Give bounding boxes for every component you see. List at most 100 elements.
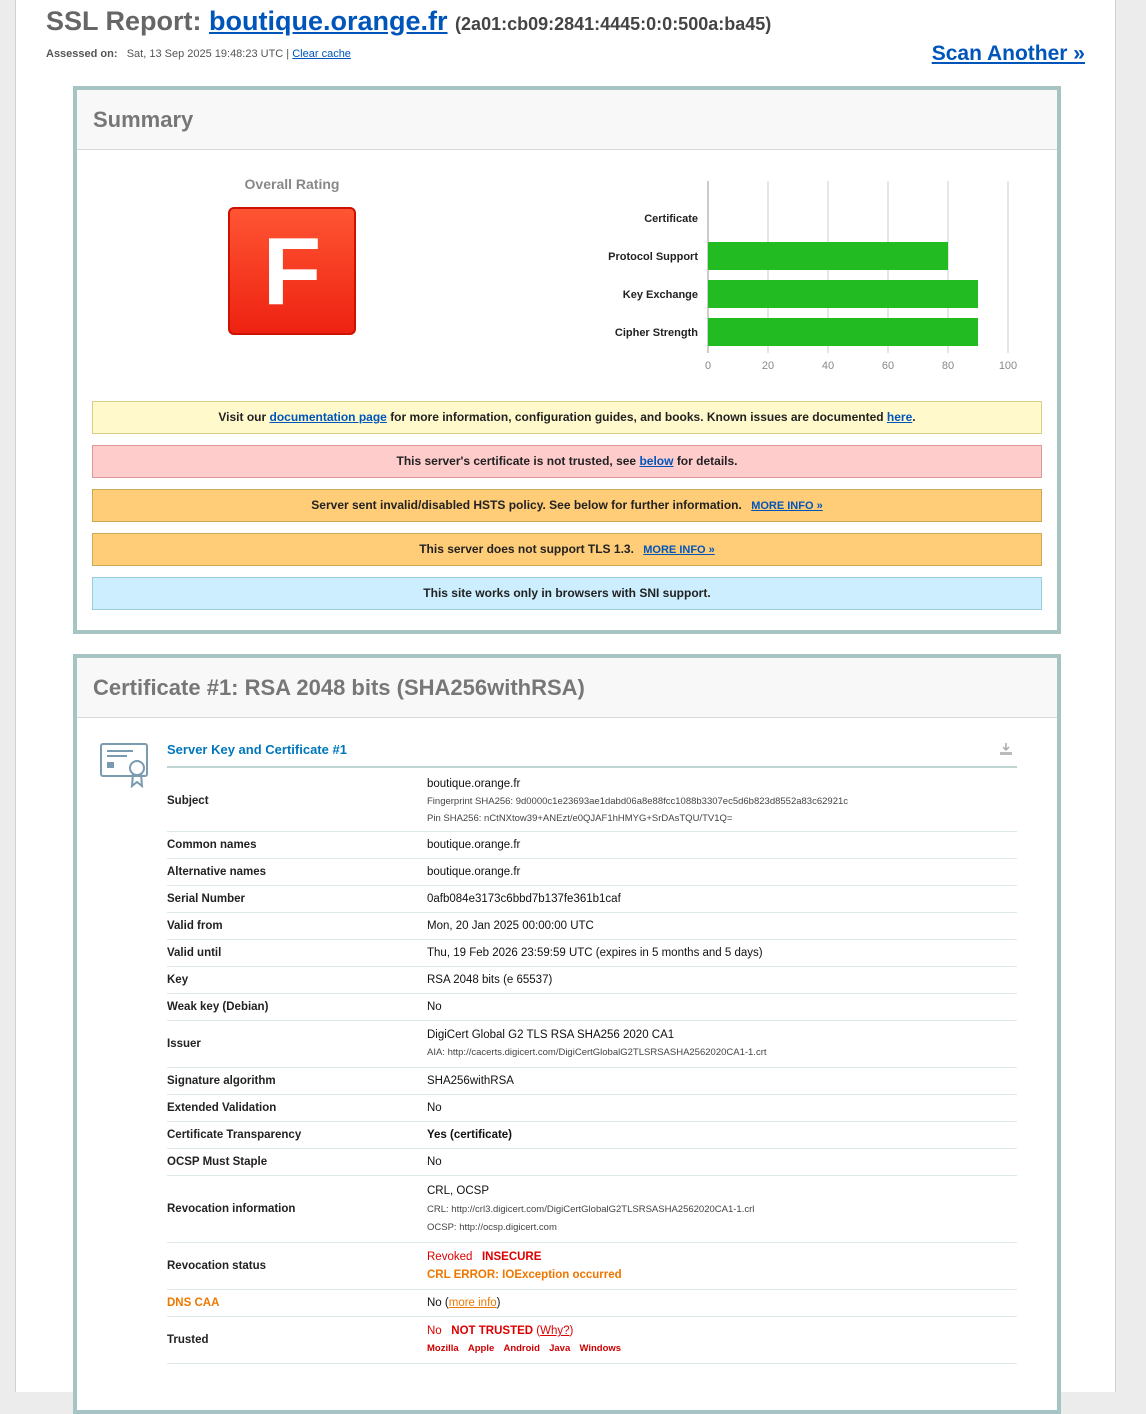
documentation-page-link[interactable]: documentation page bbox=[270, 410, 387, 424]
not-trusted-flag: NOT TRUSTED bbox=[451, 1325, 534, 1337]
assessed-on: Assessed on: Sat, 13 Sep 2025 19:48:23 U… bbox=[46, 48, 351, 60]
row-revocation-info: Revocation information CRL, OCSP CRL: ht… bbox=[167, 1175, 1017, 1243]
ocsp-staple-label: OCSP Must Staple bbox=[167, 1148, 427, 1176]
tls-more-info-link[interactable]: MORE INFO » bbox=[643, 544, 715, 556]
valid-until-label: Valid until bbox=[167, 939, 427, 967]
hsts-more-info-link[interactable]: MORE INFO » bbox=[751, 500, 823, 512]
crl-url: CRL: http://crl3.digicert.com/DigiCertGl… bbox=[427, 1203, 755, 1215]
valid-until-value: Thu, 19 Feb 2026 23:59:59 UTC (expires i… bbox=[427, 939, 1017, 967]
trust-store-windows: Windows bbox=[579, 1343, 622, 1354]
trust-store-java: Java bbox=[549, 1343, 571, 1354]
revocation-methods: CRL, OCSP bbox=[427, 1184, 489, 1197]
serial-label: Serial Number bbox=[167, 885, 427, 913]
ocsp-url: OCSP: http://ocsp.digicert.com bbox=[427, 1221, 557, 1233]
ev-value: No bbox=[427, 1094, 1017, 1122]
sni-text: This site works only in browsers with SN… bbox=[423, 586, 711, 600]
sig-alg-value: SHA256withRSA bbox=[427, 1067, 1017, 1095]
valid-from-label: Valid from bbox=[167, 912, 427, 940]
trust-store-apple: Apple bbox=[467, 1343, 495, 1354]
common-names-label: Common names bbox=[167, 831, 427, 859]
below-link[interactable]: below bbox=[639, 454, 673, 468]
doc-suffix: . bbox=[912, 410, 916, 424]
subject-label: Subject bbox=[167, 771, 427, 832]
tls13-notice: This server does not support TLS 1.3. MO… bbox=[92, 533, 1042, 566]
summary-box: Summary Overall Rating F 0 20 40 60 80 100 Cer… bbox=[73, 86, 1061, 634]
trusted-value: No NOT TRUSTED (Why?) Mozilla Apple Andr… bbox=[427, 1316, 1017, 1364]
documentation-notice: Visit our documentation page for more in… bbox=[92, 401, 1042, 434]
trusted-no: No bbox=[427, 1325, 442, 1337]
hsts-text: Server sent invalid/disabled HSTS policy… bbox=[311, 498, 742, 512]
sni-notice: This site works only in browsers with SN… bbox=[92, 577, 1042, 610]
issuer-label: Issuer bbox=[167, 1020, 427, 1068]
sig-alg-label: Signature algorithm bbox=[167, 1067, 427, 1095]
download-icon[interactable] bbox=[999, 742, 1013, 756]
subject-fingerprint: Fingerprint SHA256: 9d0000c1e23693ae1dab… bbox=[427, 795, 849, 807]
title-prefix: SSL Report: bbox=[46, 6, 202, 36]
x-tick-label: 80 bbox=[942, 360, 954, 372]
bar-key-exchange bbox=[708, 280, 978, 308]
section-title-text: Server Key and Certificate #1 bbox=[167, 742, 347, 757]
ocsp-staple-value: No bbox=[427, 1148, 1017, 1176]
scan-another-link[interactable]: Scan Another » bbox=[932, 42, 1085, 66]
x-tick-label: 100 bbox=[999, 360, 1017, 372]
dns-caa-more-info-link[interactable]: more info bbox=[449, 1297, 497, 1309]
row-subject: Subject boutique.orange.fr Fingerprint S… bbox=[167, 771, 1017, 832]
row-common-names: Common names boutique.orange.fr bbox=[167, 831, 1017, 859]
certificate-details-table: Subject boutique.orange.fr Fingerprint S… bbox=[167, 771, 1017, 1364]
trust-suffix: for details. bbox=[676, 454, 738, 468]
assessed-value: Sat, 13 Sep 2025 19:48:23 UTC | bbox=[126, 48, 290, 60]
hostname-link[interactable]: boutique.orange.fr bbox=[209, 6, 448, 36]
overall-rating-label: Overall Rating bbox=[244, 176, 340, 192]
row-certificate-transparency: Certificate Transparency Yes (certificat… bbox=[167, 1121, 1017, 1149]
row-key: Key RSA 2048 bits (e 65537) bbox=[167, 966, 1017, 994]
doc-middle: for more information, configuration guid… bbox=[390, 410, 884, 424]
clear-cache-link[interactable]: Clear cache bbox=[292, 48, 351, 60]
overall-rating: Overall Rating bbox=[227, 176, 357, 192]
x-tick-label: 20 bbox=[762, 360, 774, 372]
revocation-status-label: Revocation status bbox=[167, 1242, 427, 1290]
ev-label: Extended Validation bbox=[167, 1094, 427, 1122]
revocation-status-value: Revoked INSECURE CRL ERROR: IOException … bbox=[427, 1242, 1017, 1290]
why-link[interactable]: Why? bbox=[540, 1325, 569, 1337]
ct-value: Yes (certificate) bbox=[427, 1121, 1017, 1149]
certificate-box: Certificate #1: RSA 2048 bits (SHA256wit… bbox=[73, 654, 1061, 1414]
rating-chart: 0 20 40 60 80 100 Certificate Protocol Support K… bbox=[517, 181, 1017, 372]
not-trusted-notice: This server's certificate is not trusted… bbox=[92, 445, 1042, 478]
category-label: Cipher Strength bbox=[615, 327, 698, 339]
trust-store-mozilla: Mozilla bbox=[427, 1343, 459, 1354]
revocation-info-label: Revocation information bbox=[167, 1175, 427, 1243]
row-ocsp-must-staple: OCSP Must Staple No bbox=[167, 1148, 1017, 1176]
row-alt-names: Alternative names boutique.orange.fr bbox=[167, 858, 1017, 886]
trust-prefix: This server's certificate is not trusted… bbox=[396, 454, 637, 468]
row-signature-algorithm: Signature algorithm SHA256withRSA bbox=[167, 1067, 1017, 1095]
why-suffix: ) bbox=[569, 1325, 574, 1337]
report-page: SSL Report: boutique.orange.fr (2a01:cb0… bbox=[15, 0, 1116, 1414]
alt-names-label: Alternative names bbox=[167, 858, 427, 886]
tls-text: This server does not support TLS 1.3. bbox=[419, 542, 634, 556]
row-issuer: Issuer DigiCert Global G2 TLS RSA SHA256… bbox=[167, 1020, 1017, 1068]
dns-caa-value: No (more info) bbox=[427, 1289, 1017, 1317]
doc-prefix: Visit our bbox=[218, 410, 267, 424]
weak-key-label: Weak key (Debian) bbox=[167, 993, 427, 1021]
issuer-value: DigiCert Global G2 TLS RSA SHA256 2020 C… bbox=[427, 1020, 1017, 1068]
category-label: Certificate bbox=[644, 213, 698, 225]
known-issues-link[interactable]: here bbox=[887, 410, 912, 424]
dns-caa-text: No ( bbox=[427, 1296, 449, 1309]
page-title: SSL Report: boutique.orange.fr (2a01:cb0… bbox=[46, 6, 771, 37]
row-serial: Serial Number 0afb084e3173c6bbd7b137fe36… bbox=[167, 885, 1017, 913]
bar-protocol-support bbox=[708, 242, 948, 270]
bar-cipher-strength bbox=[708, 318, 978, 346]
dns-caa-label: DNS CAA bbox=[167, 1289, 427, 1317]
subject-cn: boutique.orange.fr bbox=[427, 777, 521, 790]
x-tick-label: 40 bbox=[822, 360, 834, 372]
key-label: Key bbox=[167, 966, 427, 994]
certificate-title: Certificate #1: RSA 2048 bits (SHA256wit… bbox=[77, 658, 1057, 718]
category-label: Key Exchange bbox=[623, 289, 698, 301]
common-names-value: boutique.orange.fr bbox=[427, 831, 1017, 859]
rating-chart-svg: 0 20 40 60 80 100 Certificate Protocol Support K… bbox=[608, 181, 1017, 372]
alt-names-value: boutique.orange.fr bbox=[427, 858, 1017, 886]
row-extended-validation: Extended Validation No bbox=[167, 1094, 1017, 1122]
row-revocation-status: Revocation status Revoked INSECURE CRL E… bbox=[167, 1242, 1017, 1290]
trusted-label: Trusted bbox=[167, 1316, 427, 1364]
certificate-icon bbox=[100, 743, 148, 788]
